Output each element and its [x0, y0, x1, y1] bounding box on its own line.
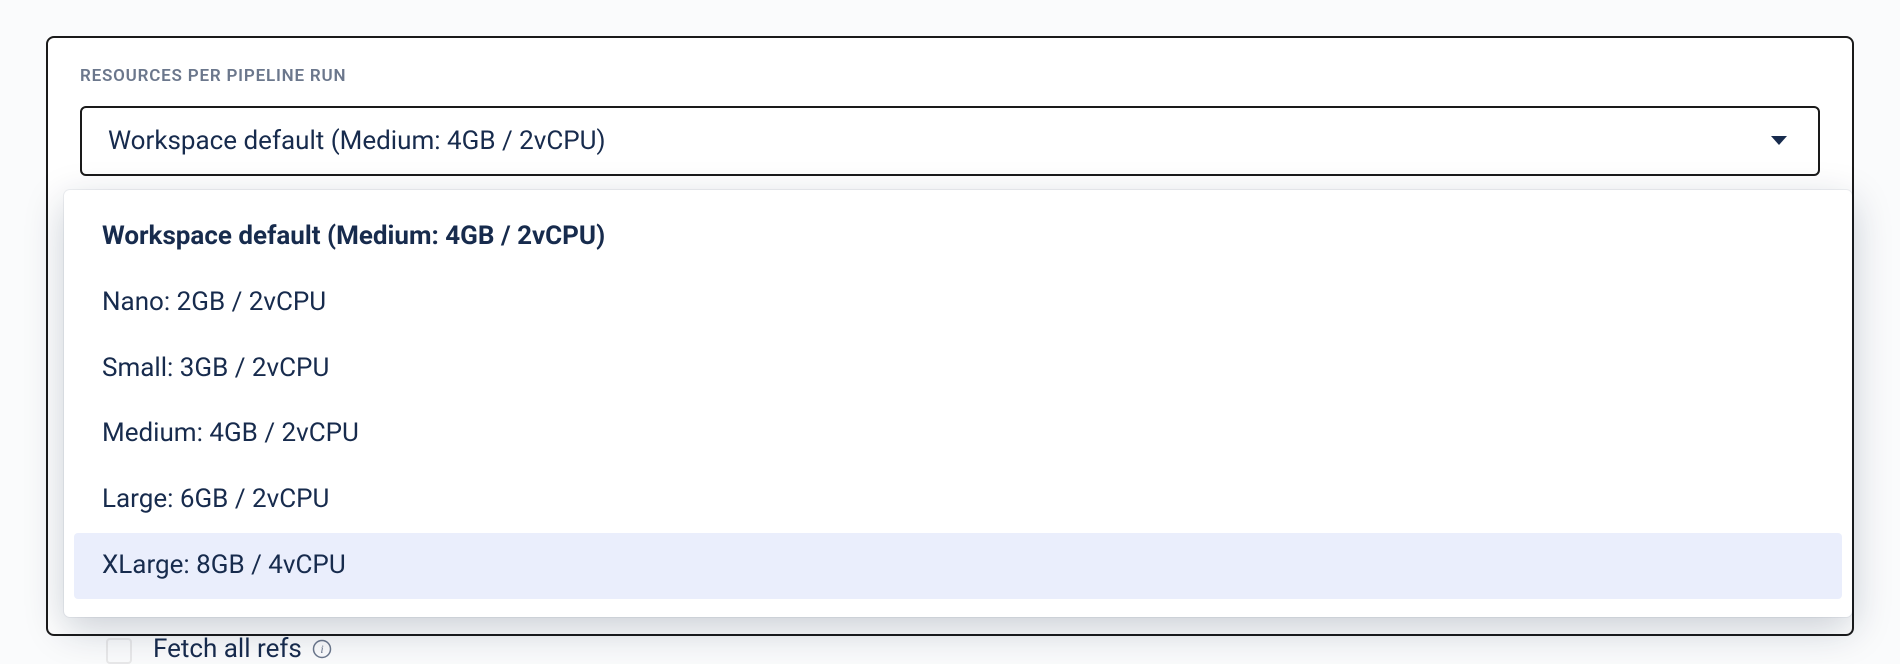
- resources-option[interactable]: Workspace default (Medium: 4GB / 2vCPU): [74, 204, 1842, 270]
- resources-option[interactable]: Nano: 2GB / 2vCPU: [74, 270, 1842, 336]
- section-label: RESOURCES PER PIPELINE RUN: [80, 66, 1820, 86]
- info-icon[interactable]: i: [312, 639, 332, 659]
- resources-select[interactable]: Workspace default (Medium: 4GB / 2vCPU): [80, 106, 1820, 176]
- resources-option[interactable]: Large: 6GB / 2vCPU: [74, 467, 1842, 533]
- caret-down-icon: [1770, 135, 1788, 147]
- resources-option[interactable]: Medium: 4GB / 2vCPU: [74, 401, 1842, 467]
- resources-option[interactable]: Small: 3GB / 2vCPU: [74, 336, 1842, 402]
- svg-text:i: i: [320, 642, 323, 656]
- fetch-all-refs-checkbox[interactable]: [106, 638, 132, 664]
- select-value: Workspace default (Medium: 4GB / 2vCPU): [108, 126, 606, 156]
- resources-dropdown: Workspace default (Medium: 4GB / 2vCPU)N…: [64, 190, 1852, 617]
- resources-option[interactable]: XLarge: 8GB / 4vCPU: [74, 533, 1842, 599]
- fetch-all-refs-label: Fetch all refs: [153, 634, 302, 664]
- fetch-all-refs-row: Fetch all refs i: [153, 634, 332, 664]
